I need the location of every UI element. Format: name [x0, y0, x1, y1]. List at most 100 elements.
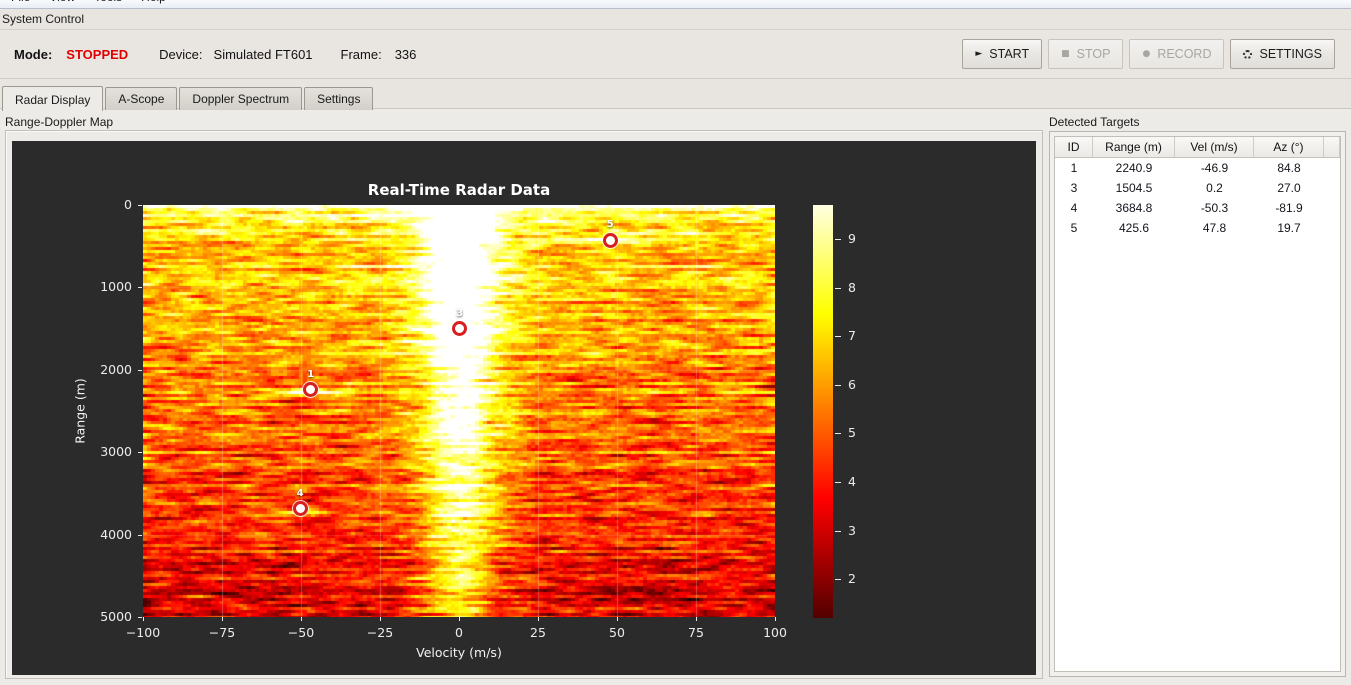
tab-bar: Radar Display A-Scope Doppler Spectrum Sett…	[2, 86, 375, 111]
x-tick-mark	[380, 617, 381, 621]
colorbar-tick-label: 7	[848, 328, 856, 344]
detected-targets-groupbox: ID Range (m) Vel (m/s) Az (°) 1 2240.9 -46.9 8…	[1049, 131, 1346, 677]
x-tick-label: 50	[609, 625, 625, 640]
target-marker-label: 5	[606, 219, 614, 231]
cell-az: 84.8	[1277, 161, 1301, 175]
cell-range: 425.6	[1118, 221, 1150, 235]
targets-table-header: ID Range (m) Vel (m/s) Az (°)	[1055, 137, 1340, 158]
detected-targets-caption: Detected Targets	[1049, 115, 1140, 129]
x-tick-label: 0	[455, 625, 463, 640]
range-doppler-map-caption: Range-Doppler Map	[5, 115, 114, 129]
control-button-row: ► START ■ STOP ● RECORD SETTINGS	[962, 39, 1335, 69]
column-header-az[interactable]: Az (°)	[1254, 137, 1324, 158]
column-header-range[interactable]: Range (m)	[1093, 137, 1175, 158]
cell-az: 27.0	[1277, 181, 1301, 195]
frame-value: 336	[394, 46, 417, 62]
menu-item-tools[interactable]: Tools	[86, 0, 133, 7]
y-tick-mark	[138, 205, 142, 206]
x-tick-label: 100	[763, 625, 787, 640]
colorbar-tick-label: 2	[848, 571, 856, 587]
cell-az: -81.9	[1275, 201, 1303, 215]
start-button[interactable]: ► START	[962, 39, 1043, 69]
cell-range: 1504.5	[1115, 181, 1153, 195]
cell-range: 2240.9	[1115, 161, 1153, 175]
table-row[interactable]: 4 3684.8 -50.3 -81.9	[1055, 198, 1340, 218]
cell-vel: -50.3	[1200, 201, 1229, 215]
y-tick-label: 3000	[100, 444, 132, 460]
colorbar-tick-label: 9	[848, 231, 856, 246]
table-row[interactable]: 1 2240.9 -46.9 84.8	[1055, 158, 1340, 178]
stop-button-label: STOP	[1076, 47, 1111, 61]
cell-id: 4	[1070, 201, 1078, 215]
device-value: Simulated FT601	[213, 46, 313, 62]
settings-button-label: SETTINGS	[1259, 47, 1322, 61]
colorbar-tick-label: 8	[848, 279, 856, 295]
tab-radar-display[interactable]: Radar Display	[2, 86, 104, 111]
y-tick-label: 2000	[100, 361, 132, 377]
y-tick-mark	[138, 287, 142, 289]
menu-item-file[interactable]: File	[3, 0, 41, 7]
x-tick-mark	[143, 617, 144, 621]
x-tick-mark	[617, 617, 618, 621]
range-doppler-groupbox: Real-Time Radar Data 1 3 4 5 Velocity (m/s)…	[5, 130, 1043, 679]
start-button-label: START	[989, 47, 1030, 61]
cell-vel: 47.8	[1202, 221, 1227, 235]
radar-plot-panel: Real-Time Radar Data 1 3 4 5 Velocity (m/s)…	[12, 141, 1036, 675]
x-axis-label: Velocity (m/s)	[416, 645, 502, 660]
cell-vel: -46.9	[1200, 161, 1229, 175]
gear-icon	[1243, 49, 1253, 59]
stop-icon: ■	[1061, 48, 1070, 59]
range-doppler-heatmap: 1 3 4 5	[143, 205, 775, 617]
cell-id: 3	[1070, 181, 1078, 195]
menu-bar: FileViewToolsHelp	[0, 0, 1351, 9]
colorbar-tick-label: 5	[848, 425, 856, 441]
tab-a-scope[interactable]: A-Scope	[105, 87, 178, 110]
x-tick-mark	[222, 617, 223, 621]
menu-item-help[interactable]: Help	[133, 0, 177, 7]
system-control-caption: System Control	[2, 12, 85, 26]
x-tick-mark	[775, 617, 776, 621]
cell-id: 5	[1070, 221, 1078, 235]
colorbar	[813, 205, 833, 618]
y-tick-mark	[138, 369, 142, 371]
colorbar-tick-mark	[835, 530, 841, 532]
target-marker-label: 1	[307, 368, 315, 380]
y-tick-label: 0	[124, 197, 132, 212]
x-tick-mark	[459, 617, 460, 621]
colorbar-tick-mark	[835, 481, 841, 483]
frame-label: Frame:	[340, 46, 382, 62]
y-tick-label: 1000	[100, 279, 132, 295]
record-button: ● RECORD	[1129, 39, 1225, 69]
cell-range: 3684.8	[1115, 201, 1153, 215]
colorbar-tick-label: 4	[848, 473, 856, 489]
record-icon: ●	[1142, 48, 1151, 59]
column-header-id[interactable]: ID	[1055, 137, 1093, 158]
mode-value: STOPPED	[66, 46, 129, 62]
colorbar-tick-mark	[835, 336, 841, 338]
menu-item-view[interactable]: View	[41, 0, 86, 7]
column-header-vel[interactable]: Vel (m/s)	[1175, 137, 1254, 158]
y-axis-label: Range (m)	[72, 378, 88, 444]
y-tick-mark	[138, 452, 142, 454]
colorbar-tick-mark	[835, 579, 841, 581]
colorbar-tick-mark	[835, 433, 841, 435]
tab-settings[interactable]: Settings	[304, 87, 374, 110]
colorbar-tick-mark	[835, 287, 841, 289]
system-control-toolbar: Mode: STOPPED Device: Simulated FT601 Fr…	[0, 29, 1351, 79]
x-tick-label: 75	[688, 625, 704, 640]
y-tick-mark	[138, 534, 142, 536]
target-marker-label: 4	[296, 487, 304, 499]
x-tick-mark	[301, 617, 302, 621]
colorbar-tick-mark	[835, 239, 841, 240]
settings-button[interactable]: SETTINGS	[1230, 39, 1335, 69]
mode-label: Mode:	[14, 46, 53, 62]
x-tick-label: −75	[208, 625, 236, 640]
y-tick-mark	[138, 617, 142, 618]
tab-doppler-spectrum[interactable]: Doppler Spectrum	[179, 87, 303, 110]
x-tick-mark	[538, 617, 539, 621]
target-marker	[602, 232, 618, 248]
table-row[interactable]: 3 1504.5 0.2 27.0	[1055, 178, 1340, 198]
table-row[interactable]: 5 425.6 47.8 19.7	[1055, 218, 1340, 238]
target-marker-label: 3	[456, 307, 464, 319]
cell-az: 19.7	[1277, 221, 1301, 235]
